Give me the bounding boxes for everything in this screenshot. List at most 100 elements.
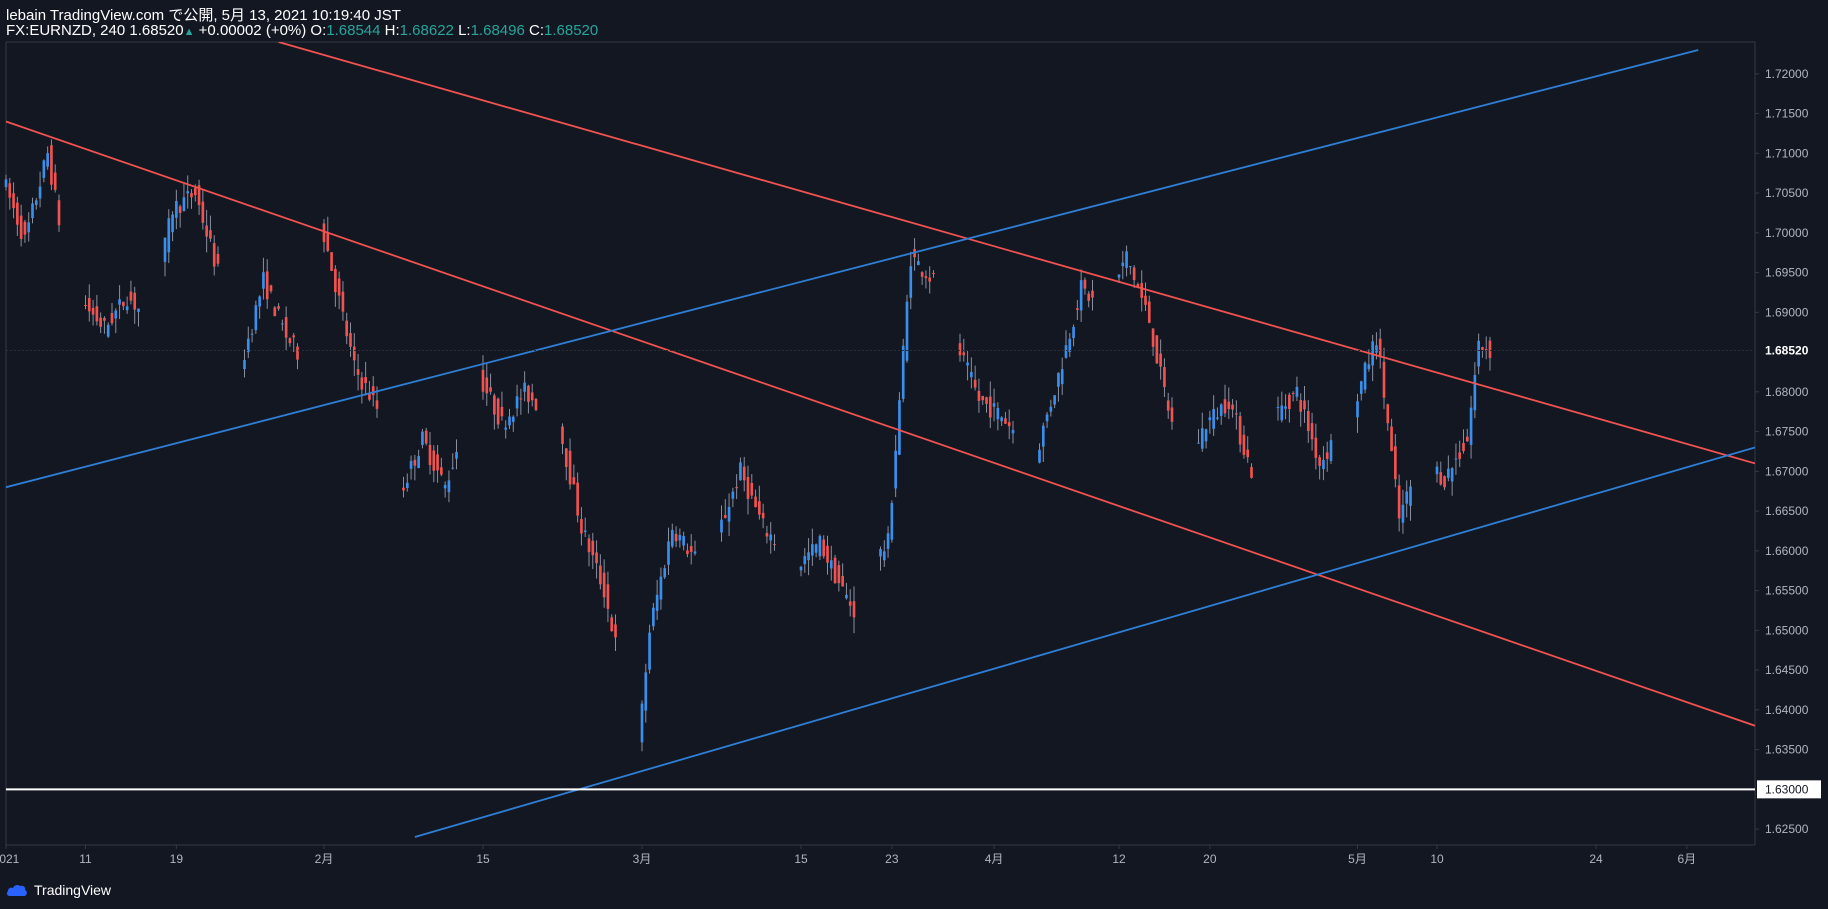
candle-up xyxy=(1121,262,1125,267)
candle-down xyxy=(360,377,364,390)
candle-down xyxy=(614,624,617,638)
candle-down xyxy=(424,430,428,444)
candle-up xyxy=(917,261,920,266)
candle-down xyxy=(837,565,841,584)
candle-down xyxy=(1151,328,1155,347)
candle-down xyxy=(985,397,988,404)
candle-up xyxy=(882,551,886,561)
candle-up xyxy=(455,451,458,459)
candle-down xyxy=(1382,361,1386,398)
candle-up xyxy=(1072,326,1075,339)
time-tick-label: 4月 xyxy=(985,852,1004,866)
candle-down xyxy=(932,272,935,274)
candle-down xyxy=(413,459,417,466)
candle-down xyxy=(988,396,992,418)
price-tick-label: 1.65000 xyxy=(1765,623,1809,637)
time-tick-label: 11 xyxy=(79,852,92,866)
price-tick-label: 1.67000 xyxy=(1765,464,1809,478)
candle-down xyxy=(746,476,750,499)
candle-down xyxy=(273,307,277,317)
candle-down xyxy=(12,193,15,209)
candle-down xyxy=(674,533,678,542)
candle-down xyxy=(428,444,432,466)
low-value: 1.68496 xyxy=(470,22,525,39)
candle-down xyxy=(765,532,769,537)
low-label: L: xyxy=(458,22,471,39)
candle-up xyxy=(186,191,190,194)
time-tick-label: 15 xyxy=(476,852,490,866)
plot-area xyxy=(6,42,1755,845)
candle-up xyxy=(137,308,140,312)
candle-down xyxy=(977,390,981,401)
candle-down xyxy=(1458,452,1462,459)
candle-down xyxy=(1390,426,1393,452)
price-tick-label: 1.70500 xyxy=(1765,186,1809,200)
candle-down xyxy=(330,252,333,271)
candle-up xyxy=(663,568,667,578)
tradingview-label: TradingView xyxy=(34,882,112,898)
candle-up xyxy=(731,491,735,499)
candle-up xyxy=(1356,401,1359,418)
candle-down xyxy=(1227,401,1231,410)
candle-up xyxy=(1216,417,1219,419)
candle-up xyxy=(405,482,409,488)
price-chart[interactable]: 1.72000 1.71500 1.71000 1.70500 1.70000 1.695… xyxy=(0,0,1828,909)
candle-up xyxy=(1219,404,1223,416)
candle-up xyxy=(254,305,258,331)
candle-up xyxy=(1284,406,1287,409)
tradingview-brand[interactable]: TradingView xyxy=(6,880,111,900)
candle-down xyxy=(349,333,352,347)
candle-down xyxy=(1223,399,1227,414)
candle-down xyxy=(99,317,102,327)
time-tick-label: 2月 xyxy=(315,852,334,866)
price-tick-label: 1.67500 xyxy=(1765,425,1809,439)
candle-down xyxy=(19,215,23,240)
price-tick-label: 1.70000 xyxy=(1765,226,1809,240)
candle-up xyxy=(250,333,254,335)
candle-up xyxy=(511,416,515,422)
open-label: O: xyxy=(310,22,327,39)
candle-up xyxy=(31,203,34,218)
candle-down xyxy=(326,232,330,251)
candle-up xyxy=(1068,338,1072,352)
candle-down xyxy=(368,393,371,400)
candle-up xyxy=(769,534,773,541)
candle-down xyxy=(133,292,137,310)
candle-down xyxy=(1132,267,1136,281)
symbol-label: FX:EURNZD, 240 xyxy=(6,22,126,39)
candle-down xyxy=(1386,404,1390,424)
candle-down xyxy=(1481,347,1484,350)
candle-down xyxy=(1140,283,1144,298)
candle-down xyxy=(110,313,114,324)
high-label: H: xyxy=(384,22,400,39)
candle-down xyxy=(1235,413,1238,415)
candle-down xyxy=(190,193,193,198)
price-tick-label: 1.66500 xyxy=(1765,504,1809,518)
candle-up xyxy=(46,153,49,167)
candle-up xyxy=(1011,430,1015,434)
candle-down xyxy=(587,538,591,553)
candle-down xyxy=(576,482,579,516)
candle-down xyxy=(841,575,844,587)
candle-down xyxy=(122,301,125,307)
candle-up xyxy=(655,594,659,611)
candle-down xyxy=(1306,410,1310,431)
candle-down xyxy=(23,221,27,235)
candle-up xyxy=(1208,417,1212,421)
price-tick-label: 1.65500 xyxy=(1765,584,1809,598)
candle-up xyxy=(417,456,420,468)
candle-up xyxy=(262,272,265,289)
candle-down xyxy=(981,395,985,401)
candle-down xyxy=(371,386,375,396)
candle-down xyxy=(761,512,765,519)
candle-down xyxy=(485,377,489,394)
candle-up xyxy=(451,467,455,469)
candle-down xyxy=(91,307,95,315)
candle-down xyxy=(269,285,273,292)
candle-down xyxy=(402,487,405,491)
candle-down xyxy=(345,320,349,337)
candle-up xyxy=(243,360,246,370)
candle-up xyxy=(1125,251,1128,268)
candle-down xyxy=(1250,467,1253,478)
candle-up xyxy=(829,560,833,569)
